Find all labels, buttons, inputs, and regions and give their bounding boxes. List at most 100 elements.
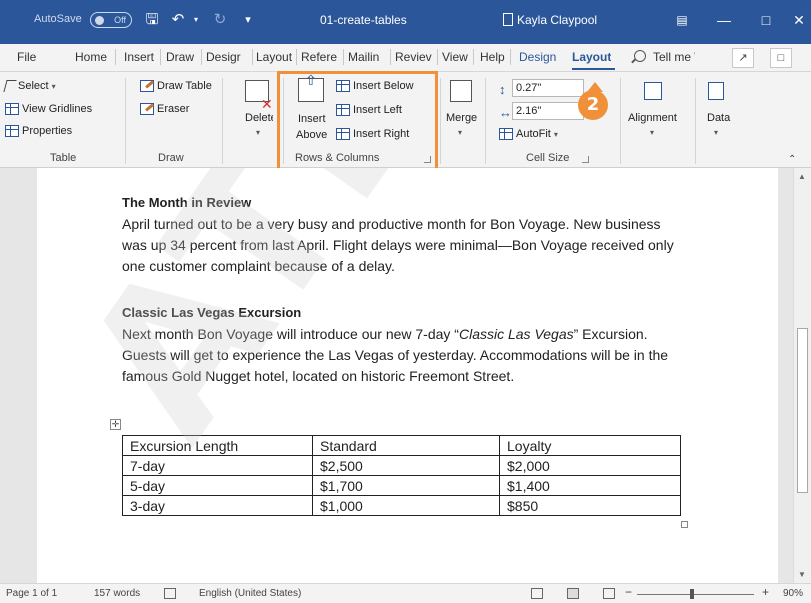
autofit-button[interactable]: AutoFit ▾ (499, 128, 558, 141)
print-layout-icon[interactable] (567, 588, 579, 599)
document-area: The Month in Review April turned out to … (0, 168, 793, 583)
data-dropdown-icon[interactable]: ▾ (714, 128, 718, 137)
collapse-ribbon-icon[interactable]: ⌃ (788, 154, 796, 165)
select-button[interactable]: Select ▾ (3, 80, 56, 93)
data-button[interactable]: Data (707, 112, 730, 124)
draw-table-icon (140, 80, 154, 93)
alignment-button[interactable]: Alignment (628, 112, 677, 124)
minimize-icon[interactable]: — (710, 8, 738, 32)
page-count[interactable]: Page 1 of 1 (6, 588, 57, 599)
document-page[interactable]: The Month in Review April turned out to … (37, 168, 778, 583)
eraser-icon (140, 103, 154, 116)
step-2-pointer (587, 82, 603, 92)
scroll-down-icon[interactable]: ▼ (798, 570, 806, 579)
scroll-up-icon[interactable]: ▲ (798, 172, 806, 181)
rows-columns-highlight (277, 71, 438, 172)
word-count[interactable]: 157 words (94, 588, 140, 599)
zoom-slider[interactable] (637, 594, 754, 595)
table-cell[interactable]: Loyalty (499, 435, 681, 456)
merge-button[interactable]: Merge (446, 112, 477, 124)
table-cell[interactable]: Standard (312, 435, 500, 456)
share-icon[interactable]: ↗ (732, 48, 754, 68)
table-cell[interactable]: $1,700 (312, 475, 500, 496)
draw-table-button[interactable]: Draw Table (140, 80, 212, 93)
toggle-knob (95, 16, 104, 25)
user-name[interactable]: Kayla Claypool (517, 13, 597, 27)
column-width-icon: ↔ (499, 105, 512, 120)
ribbon-display-icon[interactable]: ▤ (668, 8, 696, 32)
search-icon[interactable] (634, 50, 646, 62)
delete-dropdown-icon[interactable]: ▾ (256, 128, 260, 137)
table-resize-handle[interactable] (681, 521, 688, 528)
tab-insert[interactable]: Insert (124, 50, 154, 64)
table-row: 5-day $1,700 $1,400 (122, 475, 681, 496)
save-icon[interactable]: 🖫 (142, 10, 162, 30)
comments-icon[interactable]: □ (770, 48, 792, 68)
table-cell[interactable]: Excursion Length (122, 435, 313, 456)
table-cell[interactable]: $850 (499, 495, 681, 516)
autosave-label: AutoSave (34, 13, 82, 25)
paragraph-month-in-review: April turned out to be a very busy and p… (122, 216, 674, 274)
customize-qat-icon[interactable]: ▾ (238, 10, 258, 30)
autosave-toggle[interactable]: Off (90, 12, 132, 28)
web-layout-icon[interactable] (603, 588, 615, 599)
excursion-table[interactable]: Excursion Length Standard Loyalty 7-day … (122, 435, 681, 516)
tab-review[interactable]: Reviev (395, 50, 435, 64)
tab-mailings[interactable]: Mailin (348, 50, 388, 64)
table-row: 7-day $2,500 $2,000 (122, 455, 681, 476)
zoom-level[interactable]: 90% (783, 588, 803, 599)
tab-home[interactable]: Home (75, 50, 107, 64)
tab-design[interactable]: Desigr (206, 50, 250, 64)
scroll-thumb[interactable] (797, 328, 808, 493)
properties-button[interactable]: Properties (5, 125, 72, 138)
maximize-icon[interactable]: □ (752, 8, 780, 32)
close-icon[interactable]: ✕ (785, 8, 811, 32)
tab-table-design[interactable]: Design (519, 50, 556, 64)
read-mode-icon[interactable] (531, 588, 543, 599)
table-cell[interactable]: $1,400 (499, 475, 681, 496)
table-cell[interactable]: 7-day (122, 455, 313, 476)
autosave-state: Off (114, 15, 126, 25)
view-gridlines-button[interactable]: View Gridlines (5, 103, 92, 116)
zoom-out-icon[interactable]: − (625, 585, 632, 599)
undo-dropdown-icon[interactable]: ▾ (186, 10, 206, 30)
merge-dropdown-icon[interactable]: ▾ (458, 128, 462, 137)
eraser-button[interactable]: Eraser (140, 103, 189, 116)
row-height-icon: ↕ (499, 82, 506, 97)
vertical-scrollbar[interactable]: ▲ ▼ (793, 168, 811, 583)
alignment-icon (644, 82, 662, 100)
table-cell[interactable]: 5-day (122, 475, 313, 496)
undo-icon[interactable]: ↶ (168, 10, 188, 30)
table-row: 3-day $1,000 $850 (122, 495, 681, 516)
cell-size-launcher-icon[interactable] (582, 156, 589, 163)
table-cell[interactable]: $2,500 (312, 455, 500, 476)
tab-view[interactable]: View (442, 50, 468, 64)
table-cell[interactable]: $2,000 (499, 455, 681, 476)
table-cell[interactable]: $1,000 (312, 495, 500, 516)
tab-references[interactable]: Refere (301, 50, 341, 64)
table-move-handle-icon[interactable]: ✛ (110, 419, 121, 430)
merge-icon (450, 80, 472, 102)
table-group-label: Table (50, 152, 77, 164)
column-width-field[interactable]: 2.16" (512, 102, 584, 120)
row-height-field[interactable]: 0.27" (512, 79, 584, 97)
gridlines-icon (5, 103, 19, 116)
tab-draw[interactable]: Draw (166, 50, 194, 64)
zoom-in-icon[interactable]: + (762, 585, 769, 599)
user-icon (503, 13, 513, 26)
redo-icon[interactable]: ↻ (210, 10, 230, 30)
alignment-dropdown-icon[interactable]: ▾ (650, 128, 654, 137)
tell-me-input[interactable]: Tell me \ (653, 50, 695, 64)
table-cell[interactable]: 3-day (122, 495, 313, 516)
tab-layout[interactable]: Layout (256, 50, 292, 64)
tab-help[interactable]: Help (480, 50, 505, 64)
tab-file[interactable]: File (17, 50, 36, 64)
heading-las-vegas: Classic Las Vegas Excursion (122, 305, 302, 320)
proofing-icon[interactable] (164, 588, 176, 599)
data-icon (708, 82, 724, 100)
delete-button[interactable]: Delete (245, 112, 273, 124)
properties-icon (5, 125, 19, 138)
language[interactable]: English (United States) (199, 588, 301, 599)
tab-table-layout[interactable]: Layout (572, 50, 611, 64)
zoom-slider-thumb[interactable] (690, 589, 694, 599)
